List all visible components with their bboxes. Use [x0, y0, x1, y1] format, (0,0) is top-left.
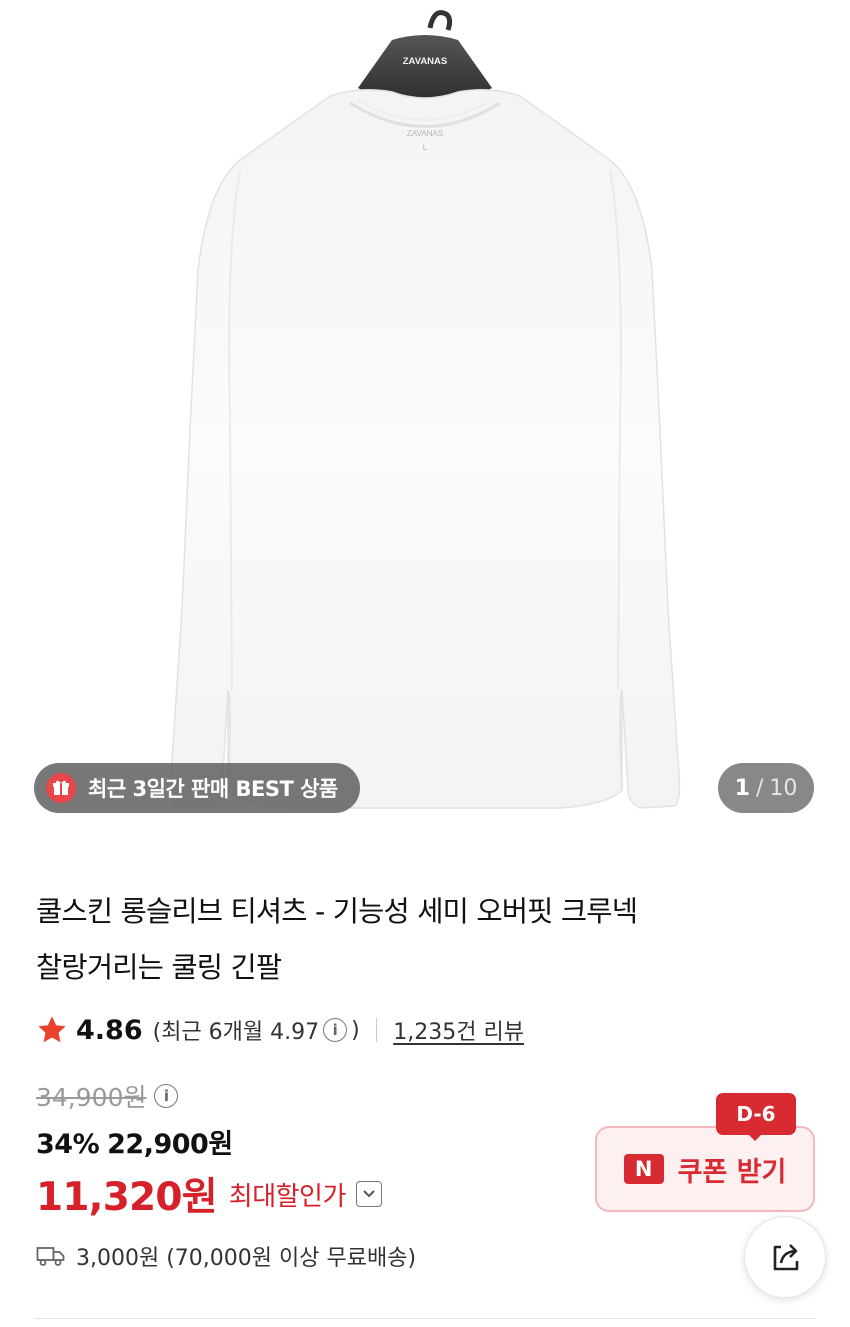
price-info-icon[interactable]: i — [154, 1084, 179, 1108]
best-seller-text: 최근 3일간 판매 BEST 상품 — [88, 777, 338, 801]
share-icon — [773, 1244, 799, 1271]
recent-rating-close: ) — [351, 1017, 360, 1043]
neck-label-size: L — [423, 143, 428, 152]
max-discount-row[interactable]: 11,320원 최대할인가 — [36, 1166, 382, 1222]
info-icon[interactable]: i — [323, 1018, 348, 1042]
original-price-row: 34,900원 i — [36, 1078, 179, 1114]
n-logo-icon: N — [623, 1154, 664, 1184]
chevron-down-icon[interactable] — [355, 1181, 382, 1207]
divider — [375, 1018, 378, 1042]
shipping-info: 3,000원 (70,000원 이상 무료배송) — [36, 1240, 416, 1272]
sale-price-row: 34% 22,900원 — [36, 1122, 233, 1161]
image-counter-separator: / — [755, 775, 764, 801]
product-title-line2: 찰랑거리는 쿨링 긴팔 — [36, 951, 282, 984]
shipping-text: 3,000원 (70,000원 이상 무료배송) — [76, 1246, 417, 1271]
product-image[interactable]: ZAVANAS ZAVANAS L — [0, 0, 850, 845]
truck-icon — [36, 1247, 65, 1266]
recent-rating-text: (최근 6개월 4.97 — [152, 1020, 320, 1045]
product-title-line1: 쿨스킨 롱슬리브 티셔츠 - 기능성 세미 오버핏 크루넥 — [36, 895, 638, 928]
best-seller-badge: 최근 3일간 판매 BEST 상품 — [34, 763, 360, 813]
coupon-button[interactable]: N 쿠폰 받기 — [595, 1126, 815, 1212]
dday-badge-tail — [746, 1132, 764, 1141]
rating-row: 4.86 (최근 6개월 4.97 i ) 1,235건 리뷰 — [36, 1010, 524, 1050]
max-discount-price: 11,320원 — [36, 1175, 218, 1220]
tshirt-illustration: ZAVANAS ZAVANAS L — [169, 10, 681, 809]
max-discount-label: 최대할인가 — [228, 1181, 347, 1212]
gift-icon — [46, 773, 76, 803]
original-price: 34,900원 — [36, 1083, 147, 1112]
sale-price: 22,900원 — [107, 1129, 233, 1160]
share-button[interactable] — [744, 1216, 826, 1298]
product-title: 쿨스킨 롱슬리브 티셔츠 - 기능성 세미 오버핏 크루넥 찰랑거리는 쿨링 긴… — [36, 884, 776, 996]
image-counter-current: 1 — [734, 775, 750, 801]
section-divider — [34, 1318, 816, 1319]
coupon-label: 쿠폰 받기 — [677, 1156, 787, 1188]
rating-score: 4.86 — [76, 1014, 143, 1046]
tshirt-body — [169, 89, 681, 809]
recent-rating: (최근 6개월 4.97 i ) — [153, 1014, 360, 1046]
star-icon — [38, 1016, 66, 1043]
image-counter: 1 / 10 — [718, 763, 814, 813]
neck-label-brand: ZAVANAS — [407, 129, 443, 138]
hanger-brand-text: ZAVANAS — [403, 56, 448, 67]
hanger-hook — [427, 10, 453, 31]
dday-badge: D-6 — [716, 1093, 796, 1135]
reviews-link[interactable]: 1,235건 리뷰 — [393, 1014, 524, 1046]
discount-percent: 34% — [36, 1129, 100, 1160]
image-counter-total: 10 — [769, 775, 798, 801]
